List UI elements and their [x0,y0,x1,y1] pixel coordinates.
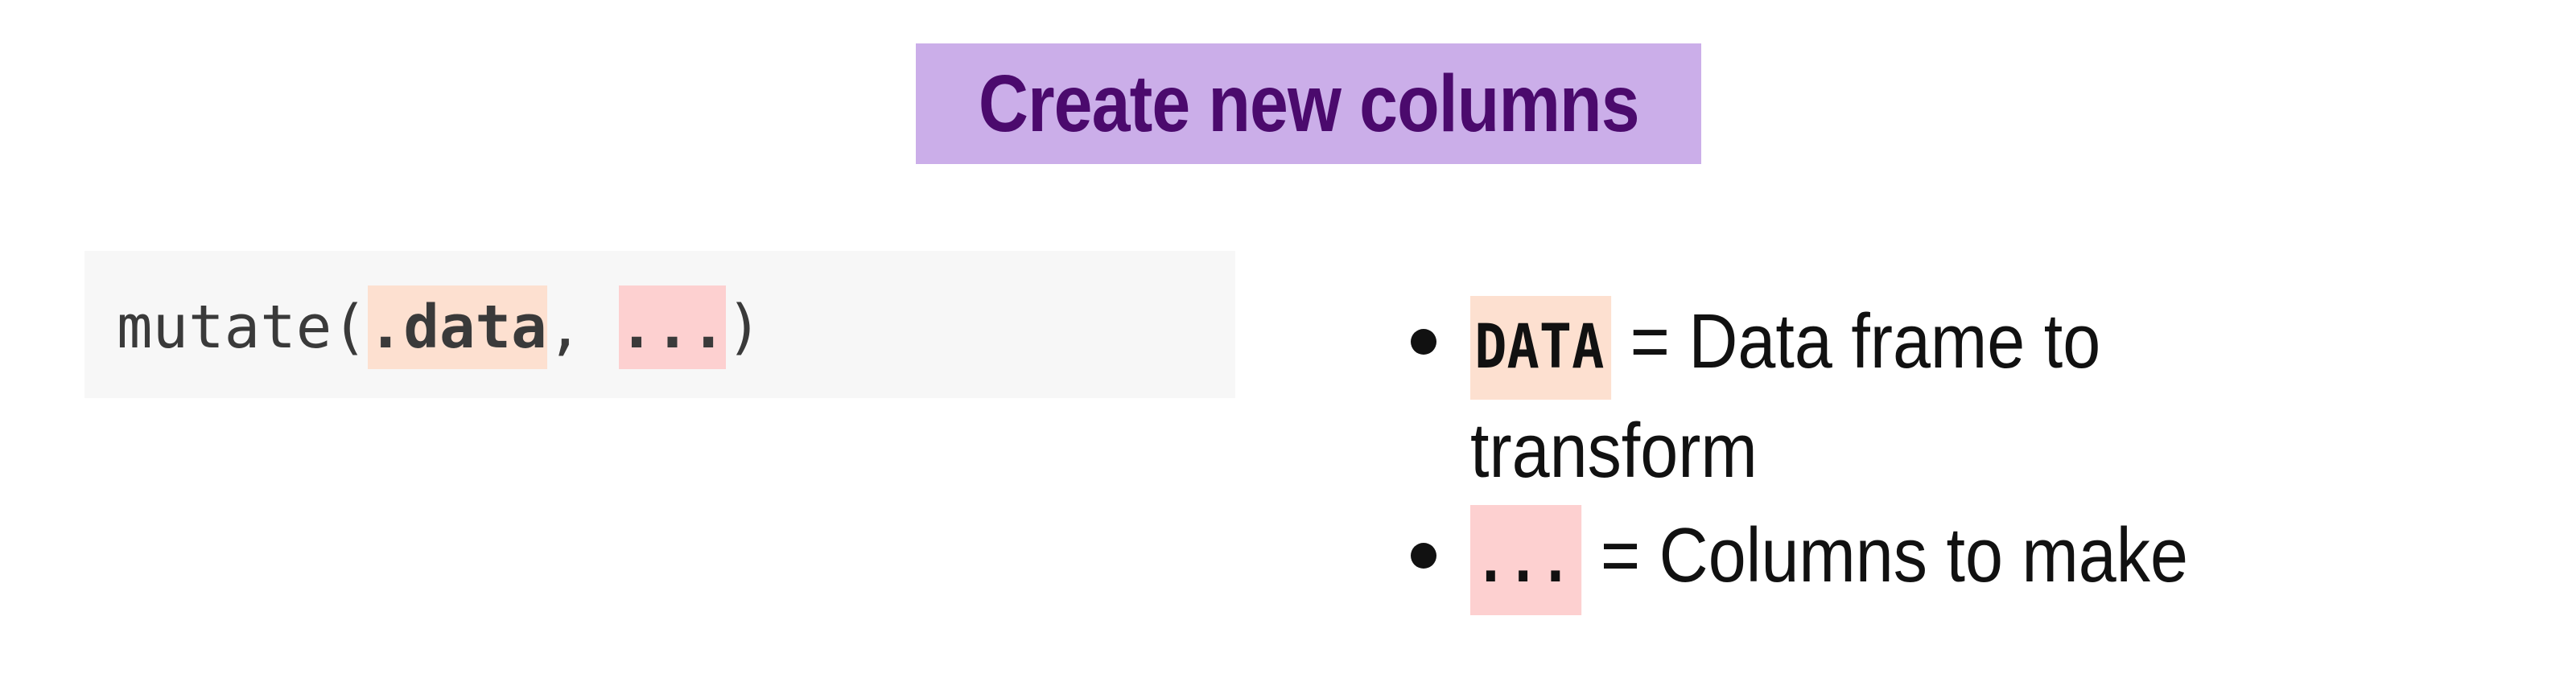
list-item: ... = Columns to make [1404,503,2531,615]
keyword-dots: ... [1470,505,1582,615]
code-close-paren: ) [726,293,762,362]
keyword-data: DATA [1470,296,1612,400]
bullet-text: DATA = Data frame to transform [1470,290,2207,503]
list-item: DATA = Data frame to transform [1404,290,2531,503]
code-block: mutate(.data, ...) [84,251,1235,398]
page-title: Create new columns [978,58,1640,149]
title-banner: Create new columns [916,43,1701,164]
bullet-text: ... = Columns to make [1470,503,2189,615]
bullet-icon [1411,329,1436,355]
code-arg-dots: ... [618,285,727,369]
bullet-list: DATA = Data frame to transform ... = Col… [1404,290,2531,615]
bullet-description: = Columns to make [1581,512,2189,598]
code-separator: , [546,293,619,362]
bullet-icon [1411,543,1436,569]
code-line: mutate(.data, ...) [117,285,762,369]
code-arg-data: .data [367,285,547,369]
code-function-name: mutate( [117,293,368,362]
